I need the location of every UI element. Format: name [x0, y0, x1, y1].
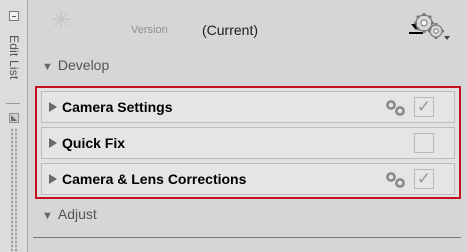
sidebar-title[interactable]: Edit List — [5, 35, 21, 95]
gears-icon[interactable] — [413, 11, 451, 41]
step-label: Quick Fix — [62, 135, 126, 151]
edit-panel: ✳ Version (Current) ▼ Develop Camera Set… — [28, 0, 467, 252]
version-selected-value: (Current) — [202, 21, 259, 38]
section-divider — [33, 237, 461, 238]
section-adjust-label: Adjust — [57, 206, 97, 222]
sidebar-drag-handle-2[interactable] — [15, 128, 17, 252]
version-label: Version — [131, 24, 168, 36]
resize-grip-icon[interactable] — [9, 113, 19, 123]
step-enabled-checkbox[interactable]: ✓ — [414, 97, 434, 117]
section-develop-header[interactable]: ▼ Develop — [42, 57, 109, 73]
step-row-camera-lens-corrections[interactable]: Camera & Lens Corrections ✓ — [41, 163, 455, 195]
expand-down-icon: ▼ — [42, 61, 53, 73]
develop-steps-highlight: Camera Settings ✓ Quick Fix Camera & Len… — [35, 86, 461, 199]
link-icon[interactable] — [385, 172, 407, 188]
expand-right-icon[interactable] — [49, 174, 57, 184]
sidebar-drag-handle[interactable] — [11, 128, 13, 252]
section-adjust-header[interactable]: ▼ Adjust — [42, 206, 97, 222]
expand-right-icon[interactable] — [49, 138, 57, 148]
sidebar-divider — [6, 103, 20, 104]
expand-down-icon: ▼ — [42, 210, 53, 222]
step-label: Camera & Lens Corrections — [62, 171, 247, 187]
step-enabled-checkbox[interactable] — [414, 133, 434, 153]
gears-icon-graphic — [414, 13, 450, 40]
step-enabled-checkbox[interactable]: ✓ — [414, 169, 434, 189]
step-label: Camera Settings — [62, 99, 173, 115]
collapse-icon[interactable] — [9, 11, 19, 21]
step-row-quick-fix[interactable]: Quick Fix — [41, 127, 455, 159]
version-dropdown[interactable]: (Current) — [195, 18, 427, 41]
edit-list-sidebar: Edit List — [0, 0, 28, 252]
step-row-camera-settings[interactable]: Camera Settings ✓ — [41, 91, 455, 123]
expand-right-icon[interactable] — [49, 102, 57, 112]
section-develop-label: Develop — [57, 57, 110, 73]
sparkle-icon: ✳ — [50, 7, 72, 34]
link-icon[interactable] — [385, 100, 407, 116]
